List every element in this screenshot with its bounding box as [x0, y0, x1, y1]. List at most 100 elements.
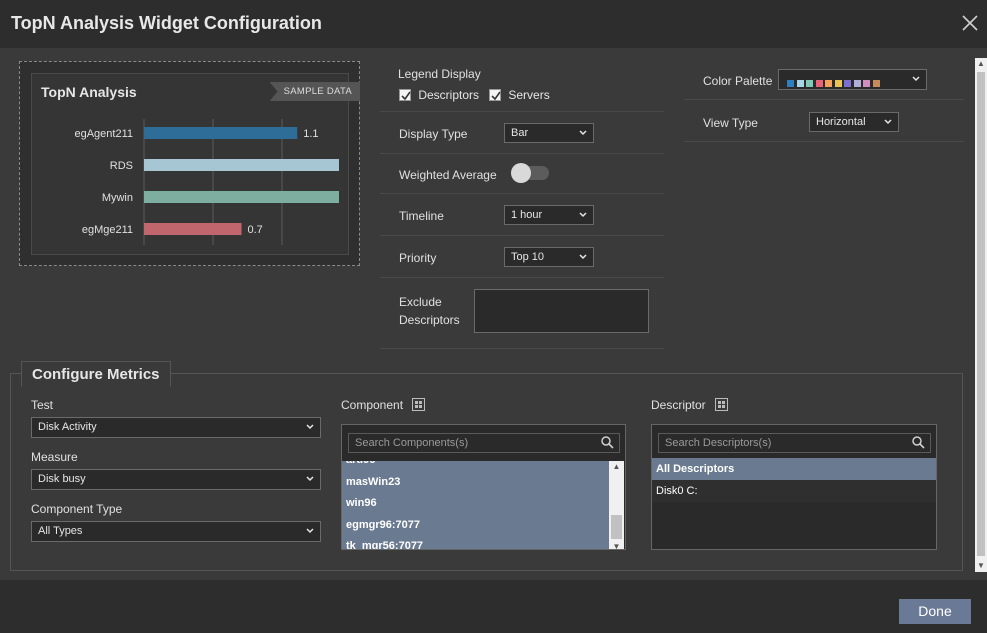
measure-label: Measure [31, 450, 78, 464]
chart-bar [144, 223, 242, 235]
component-listbox: Search Components(s) ard96masWin23win96e… [341, 424, 626, 550]
widget-preview-frame: TopN Analysis SAMPLE DATA egAgent211 1.1 R… [19, 61, 360, 266]
view-type-row: View Type Horizontal [684, 100, 964, 142]
descriptor-list-item[interactable]: All Descriptors [652, 458, 936, 480]
component-list-scrollbar[interactable]: ▲ ▼ [609, 461, 624, 549]
display-type-select[interactable]: Bar [504, 123, 594, 143]
priority-row: Priority Top 10 [380, 236, 664, 278]
descriptors-checkbox-label: Descriptors [418, 88, 480, 102]
scroll-down-icon[interactable]: ▼ [609, 541, 624, 549]
exclude-descriptors-input[interactable] [474, 289, 649, 333]
chart-bar [144, 127, 298, 139]
appearance-settings: Color Palette View Type Horizontal [684, 58, 964, 142]
component-list-item[interactable]: egmgr96:7077 [342, 515, 609, 537]
component-label: Component [341, 398, 426, 412]
chevron-down-icon [579, 130, 587, 136]
close-icon[interactable] [959, 12, 981, 34]
bar-category-label: egMge211 [82, 224, 133, 236]
select-all-icon[interactable] [412, 398, 426, 411]
chart-bar [144, 159, 339, 171]
legend-display-label: Legend Display [398, 67, 481, 81]
color-palette-label: Color Palette [703, 74, 773, 88]
palette-swatch [815, 80, 823, 87]
palette-swatch [787, 80, 794, 87]
weighted-average-toggle[interactable] [511, 163, 549, 183]
bar-category-label: egAgent211 [74, 128, 133, 140]
servers-checkbox[interactable] [489, 89, 501, 101]
scrollbar-thumb[interactable] [977, 72, 985, 556]
component-search-input[interactable]: Search Components(s) [348, 433, 620, 453]
chevron-down-icon [884, 119, 892, 125]
priority-select[interactable]: Top 10 [504, 247, 594, 267]
scroll-down-icon[interactable]: ▼ [975, 560, 987, 572]
component-list-item[interactable]: masWin23 [342, 472, 609, 494]
servers-checkbox-label: Servers [508, 88, 550, 102]
test-label: Test [31, 398, 54, 412]
weighted-average-row: Weighted Average [380, 154, 664, 194]
palette-swatch [844, 80, 851, 87]
exclude-descriptors-label: Exclude Descriptors [399, 295, 460, 327]
search-icon [601, 436, 614, 449]
chevron-down-icon [306, 476, 314, 482]
display-type-label: Display Type [399, 127, 468, 141]
palette-swatch [872, 80, 880, 87]
palette-swatches [787, 75, 882, 93]
chevron-down-icon [579, 212, 587, 218]
scroll-up-icon[interactable]: ▲ [609, 461, 624, 473]
descriptor-listbox: Search Descriptors(s) All Descriptors Dis… [651, 424, 937, 550]
search-icon [912, 436, 925, 449]
palette-swatch [806, 80, 813, 87]
configure-metrics-tab: Configure Metrics [21, 361, 171, 387]
timeline-select[interactable]: 1 hour [504, 205, 594, 225]
measure-select[interactable]: Disk busy [31, 469, 321, 490]
preview-bar-chart: egAgent211 1.1 RDS Mywin egMge211 0.7 [74, 119, 339, 245]
test-select[interactable]: Disk Activity [31, 417, 321, 438]
descriptor-label: Descriptor [651, 398, 729, 412]
descriptors-checkbox[interactable] [399, 89, 411, 101]
legend-servers-option[interactable]: Servers [489, 88, 550, 102]
bar-value-label: 0.7 [248, 224, 263, 236]
dialog-title: TopN Analysis Widget Configuration [11, 13, 322, 33]
display-type-row: Display Type Bar [380, 112, 664, 154]
timeline-label: Timeline [399, 209, 444, 223]
bar-value-label: 1.1 [303, 128, 318, 140]
view-type-select[interactable]: Horizontal [809, 112, 899, 132]
done-button[interactable]: Done [899, 599, 971, 624]
palette-swatch [796, 80, 804, 87]
chevron-down-icon [912, 76, 920, 82]
dialog-titlebar: TopN Analysis Widget Configuration [0, 0, 987, 48]
view-type-label: View Type [703, 116, 758, 130]
select-all-icon[interactable] [715, 398, 729, 411]
weighted-average-label: Weighted Average [399, 168, 497, 182]
scrollbar-thumb[interactable] [611, 515, 622, 539]
chart-bar [144, 191, 339, 203]
toggle-knob [511, 163, 531, 183]
dialog-footer [0, 580, 987, 633]
descriptor-list: All Descriptors Disk0 C: [652, 458, 936, 502]
palette-swatch [825, 80, 832, 87]
bar-category-label: RDS [110, 160, 133, 172]
dialog-scrollbar[interactable]: ▲ ▼ [975, 58, 987, 572]
descriptor-list-item[interactable]: Disk0 C: [652, 480, 936, 502]
component-list-item[interactable]: ard96 [342, 461, 609, 472]
component-type-label: Component Type [31, 502, 123, 516]
palette-swatch [834, 80, 842, 87]
exclude-descriptors-row: Exclude Descriptors [380, 278, 664, 349]
component-type-select[interactable]: All Types [31, 521, 321, 542]
component-list-item[interactable]: win96 [342, 493, 609, 515]
chevron-down-icon [579, 254, 587, 260]
palette-swatch [853, 80, 861, 87]
timeline-row: Timeline 1 hour [380, 194, 664, 236]
component-list-item[interactable]: tk_mgr56:7077 [342, 536, 609, 549]
chevron-down-icon [306, 528, 314, 534]
legend-descriptors-option[interactable]: Descriptors [399, 88, 479, 102]
priority-label: Priority [399, 251, 437, 265]
bar-category-label: Mywin [102, 192, 133, 204]
legend-display-row: Legend Display Descriptors Servers [380, 58, 664, 112]
color-palette-select[interactable] [778, 69, 927, 90]
descriptor-search-input[interactable]: Search Descriptors(s) [658, 433, 931, 453]
display-settings: Legend Display Descriptors Servers Displ… [380, 58, 664, 349]
chevron-down-icon [306, 424, 314, 430]
palette-swatch [863, 80, 870, 87]
scroll-up-icon[interactable]: ▲ [975, 58, 987, 70]
